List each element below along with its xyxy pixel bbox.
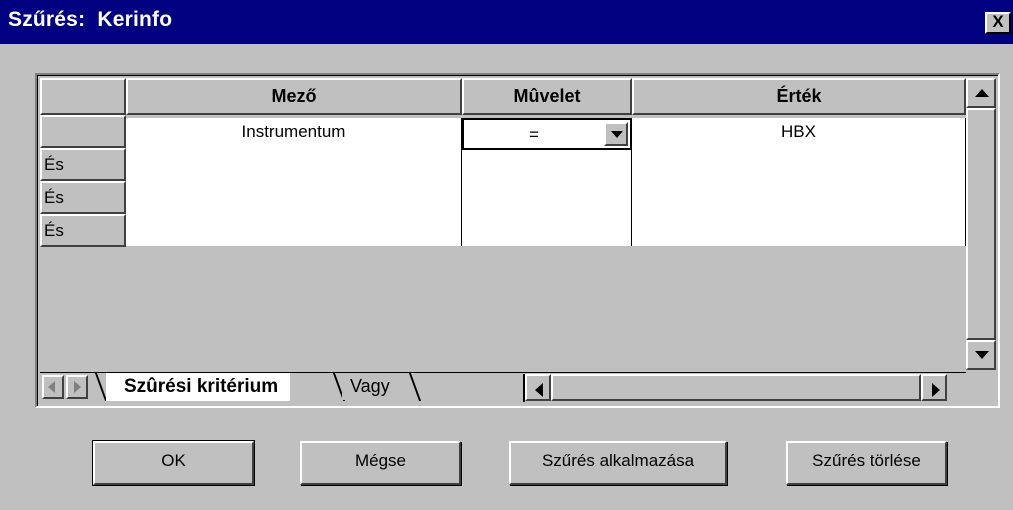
- operation-dropdown-button[interactable]: [604, 122, 628, 146]
- arrow-left-icon: [535, 383, 543, 397]
- chevron-down-icon: [611, 131, 623, 138]
- arrow-down-icon: [975, 351, 989, 359]
- grid-body: Mező Mûvelet Érték És És És Instrumentum…: [37, 75, 998, 406]
- field-column[interactable]: Instrumentum: [126, 118, 462, 246]
- row-header-4[interactable]: És: [40, 214, 126, 247]
- ok-button[interactable]: OK: [92, 440, 255, 486]
- arrow-up-icon: [975, 89, 989, 97]
- scroll-left-button[interactable]: [525, 374, 551, 401]
- operation-value: =: [529, 125, 539, 144]
- arrow-left-icon: [48, 381, 55, 393]
- column-header-value[interactable]: Érték: [632, 78, 966, 115]
- filter-dialog: Szűrés: Kerinfo X Mező Mûvelet Érték És …: [0, 0, 1013, 510]
- apply-filter-button[interactable]: Szűrés alkalmazása: [509, 441, 727, 485]
- window-title: Szűrés: Kerinfo: [8, 8, 173, 31]
- value-column[interactable]: HBX: [632, 118, 966, 246]
- operation-combo[interactable]: =: [462, 118, 632, 150]
- arrow-right-icon: [74, 381, 81, 393]
- criteria-grid: Mező Mûvelet Érték És És És Instrumentum…: [35, 73, 1000, 408]
- vertical-scrollbar[interactable]: [966, 78, 996, 370]
- column-header-field[interactable]: Mező: [126, 78, 462, 115]
- tab-prev-button[interactable]: [42, 375, 64, 399]
- clear-filter-button[interactable]: Szűrés törlése: [786, 441, 947, 485]
- row-header-2[interactable]: És: [40, 148, 126, 181]
- vertical-scroll-thumb[interactable]: [966, 108, 996, 340]
- column-header-operation[interactable]: Mûvelet: [462, 78, 632, 115]
- tab-next-button[interactable]: [66, 375, 88, 399]
- scroll-down-button[interactable]: [966, 340, 996, 370]
- title-bar[interactable]: Szűrés: Kerinfo X: [0, 0, 1013, 44]
- arrow-right-icon: [932, 383, 940, 397]
- grid-corner-header: [40, 78, 126, 115]
- row-header-3[interactable]: És: [40, 181, 126, 214]
- close-icon: X: [992, 12, 1004, 31]
- tab-bar: Szûrési kritérium Vagy: [40, 372, 966, 402]
- horizontal-scroll-thumb[interactable]: [551, 374, 921, 401]
- value-cell[interactable]: HBX: [632, 122, 965, 142]
- row-header-1[interactable]: [40, 115, 126, 148]
- tab-filter-criteria[interactable]: Szûrési kritérium: [106, 373, 291, 401]
- field-cell[interactable]: Instrumentum: [126, 122, 461, 142]
- scroll-up-button[interactable]: [966, 78, 996, 108]
- tab-divider: [408, 373, 422, 401]
- scroll-right-button[interactable]: [921, 374, 947, 401]
- cancel-button[interactable]: Mégse: [300, 441, 461, 485]
- tab-or[interactable]: Vagy: [342, 374, 406, 400]
- close-button[interactable]: X: [985, 12, 1011, 34]
- horizontal-scrollbar[interactable]: [523, 374, 963, 402]
